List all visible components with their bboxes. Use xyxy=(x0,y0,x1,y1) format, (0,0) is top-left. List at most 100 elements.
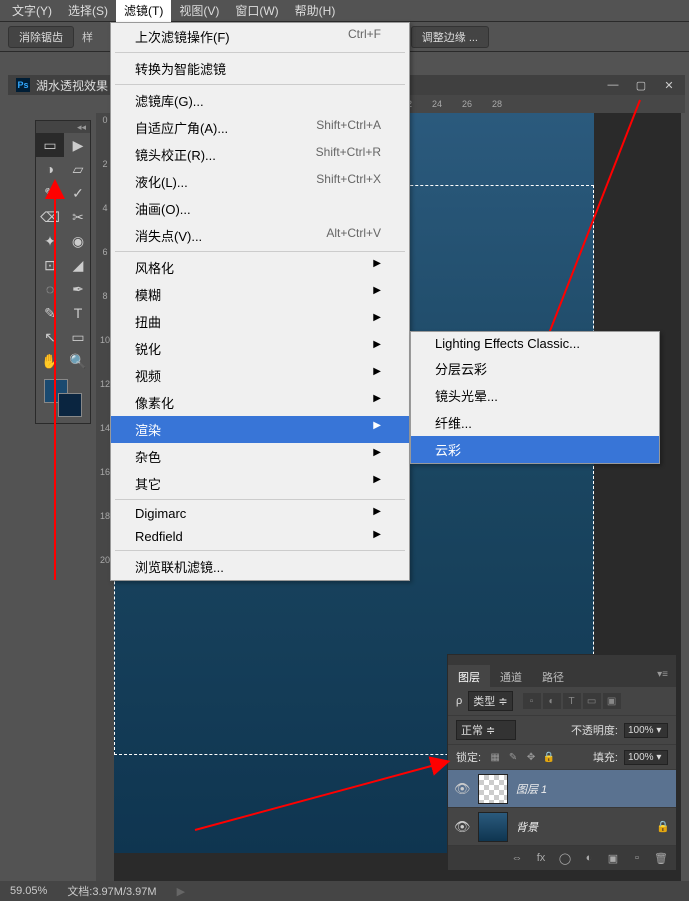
layers-panel: 图层 通道 路径 ▾≡ ρ 类型 ≑ ▫ ◐ T ▭ ▣ 正常 ≑ 不透明度: … xyxy=(447,654,677,871)
menu-blur[interactable]: 模糊▶ xyxy=(111,281,409,308)
new-layer-icon[interactable]: ▫ xyxy=(628,850,646,866)
panel-menu-icon[interactable]: ▾≡ xyxy=(649,665,676,687)
quickselect-tool[interactable]: ▱ xyxy=(64,157,92,181)
menu-adaptive-wide[interactable]: 自适应广角(A)...Shift+Ctrl+A xyxy=(111,114,409,141)
gradient-tool[interactable]: ◢ xyxy=(64,253,92,277)
opacity-label: 不透明度: xyxy=(571,722,618,738)
layer-name[interactable]: 图层 1 xyxy=(516,781,547,797)
menu-filter[interactable]: 滤镜(T) xyxy=(116,0,171,22)
history-brush-tool[interactable]: ◉ xyxy=(64,229,92,253)
eyedropper-tool[interactable]: ✓ xyxy=(64,181,92,205)
toolbox-header[interactable]: ◂◂ xyxy=(36,121,90,133)
crop-tool[interactable]: ✎ xyxy=(36,181,64,205)
maximize-icon[interactable]: ▢ xyxy=(633,79,649,91)
filter-smart-icon[interactable]: ▣ xyxy=(603,693,621,709)
submenu-lighting-classic[interactable]: Lighting Effects Classic... xyxy=(411,332,659,355)
link-icon[interactable]: ⇔ xyxy=(508,850,526,866)
submenu-clouds[interactable]: 云彩 xyxy=(411,436,659,463)
lock-position-icon[interactable]: ✥ xyxy=(523,749,539,765)
eraser-tool[interactable]: ⊡ xyxy=(36,253,64,277)
submenu-difference-clouds[interactable]: 分层云彩 xyxy=(411,355,659,382)
tab-layers[interactable]: 图层 xyxy=(448,665,490,687)
hand-tool[interactable]: ✋ xyxy=(36,349,64,373)
filter-shape-icon[interactable]: ▭ xyxy=(583,693,601,709)
lock-all-icon[interactable]: 🔒 xyxy=(541,749,557,765)
background-color[interactable] xyxy=(58,393,82,417)
lock-transparent-icon[interactable]: ▦ xyxy=(487,749,503,765)
doc-info[interactable]: 文档:3.97M/3.97M xyxy=(67,883,156,899)
minimize-icon[interactable]: — xyxy=(605,79,621,91)
menu-window[interactable]: 窗口(W) xyxy=(227,0,286,22)
menu-sharpen[interactable]: 锐化▶ xyxy=(111,335,409,362)
pen-tool[interactable]: ✎ xyxy=(36,301,64,325)
menu-help[interactable]: 帮助(H) xyxy=(287,0,344,22)
blend-mode-select[interactable]: 正常 ≑ xyxy=(456,720,516,740)
menu-stylize[interactable]: 风格化▶ xyxy=(111,254,409,281)
menu-filter-gallery[interactable]: 滤镜库(G)... xyxy=(111,87,409,114)
filter-pixel-icon[interactable]: ▫ xyxy=(523,693,541,709)
layer-thumb[interactable] xyxy=(478,774,508,804)
menu-vanishing-point[interactable]: 消失点(V)...Alt+Ctrl+V xyxy=(111,222,409,249)
marquee-tool[interactable]: ▭ xyxy=(36,133,64,157)
shape-tool[interactable]: ▭ xyxy=(64,325,92,349)
filter-adjust-icon[interactable]: ◐ xyxy=(543,693,561,709)
brush-tool[interactable]: ✂ xyxy=(64,205,92,229)
menu-last-filter[interactable]: 上次滤镜操作(F)Ctrl+F xyxy=(111,23,409,50)
kind-filter[interactable]: 类型 ≑ xyxy=(468,691,512,711)
menu-video[interactable]: 视频▶ xyxy=(111,362,409,389)
clone-tool[interactable]: ✦ xyxy=(36,229,64,253)
menu-pixelate[interactable]: 像素化▶ xyxy=(111,389,409,416)
type-tool[interactable]: T xyxy=(64,301,92,325)
zoom-tool[interactable]: 🔍 xyxy=(64,349,92,373)
status-bar: 59.05% 文档:3.97M/3.97M ▶ xyxy=(0,881,689,901)
path-select-tool[interactable]: ↖ xyxy=(36,325,64,349)
menu-liquify[interactable]: 液化(L)...Shift+Ctrl+X xyxy=(111,168,409,195)
adjustment-icon[interactable]: ◐ xyxy=(580,850,598,866)
layer-item[interactable]: 👁 图层 1 xyxy=(448,770,676,808)
blur-tool[interactable]: ◌ xyxy=(36,277,64,301)
menu-digimarc[interactable]: Digimarc▶ xyxy=(111,502,409,525)
panel-grip[interactable] xyxy=(448,655,676,665)
group-icon[interactable]: ▣ xyxy=(604,850,622,866)
fill-label: 填充: xyxy=(593,749,618,765)
menu-other[interactable]: 其它▶ xyxy=(111,470,409,497)
menu-lens-correction[interactable]: 镜头校正(R)...Shift+Ctrl+R xyxy=(111,141,409,168)
layer-item[interactable]: 👁 背景 🔒 xyxy=(448,808,676,846)
menu-select[interactable]: 选择(S) xyxy=(60,0,116,22)
dodge-tool[interactable]: ✒ xyxy=(64,277,92,301)
ps-icon: Ps xyxy=(16,78,30,92)
adjust-edge-button[interactable]: 调整边缘 ... xyxy=(411,26,489,48)
layer-thumb[interactable] xyxy=(478,812,508,842)
fill-field[interactable]: 100% ▾ xyxy=(624,750,668,765)
visibility-icon[interactable]: 👁 xyxy=(454,819,470,835)
mask-icon[interactable]: ◯ xyxy=(556,850,574,866)
move-tool[interactable]: ▶ xyxy=(64,133,92,157)
menu-distort[interactable]: 扭曲▶ xyxy=(111,308,409,335)
lock-indicator-icon: 🔒 xyxy=(656,820,670,833)
lock-label: 锁定: xyxy=(456,749,481,765)
fx-icon[interactable]: fx xyxy=(532,850,550,866)
layer-name[interactable]: 背景 xyxy=(516,819,538,835)
heal-tool[interactable]: ⌫ xyxy=(36,205,64,229)
menu-oil-paint[interactable]: 油画(O)... xyxy=(111,195,409,222)
menu-noise[interactable]: 杂色▶ xyxy=(111,443,409,470)
tab-channels[interactable]: 通道 xyxy=(490,665,532,687)
menu-browse-online[interactable]: 浏览联机滤镜... xyxy=(111,553,409,580)
submenu-lens-flare[interactable]: 镜头光晕... xyxy=(411,382,659,409)
zoom-level[interactable]: 59.05% xyxy=(10,885,47,897)
filter-type-icon[interactable]: T xyxy=(563,693,581,709)
submenu-fibers[interactable]: 纤维... xyxy=(411,409,659,436)
menu-convert-smart[interactable]: 转换为智能滤镜 xyxy=(111,55,409,82)
visibility-icon[interactable]: 👁 xyxy=(454,781,470,797)
menu-redfield[interactable]: Redfield▶ xyxy=(111,525,409,548)
menu-view[interactable]: 视图(V) xyxy=(171,0,227,22)
menu-render[interactable]: 渲染▶ xyxy=(111,416,409,443)
lasso-tool[interactable]: ◑ xyxy=(36,157,64,181)
menu-text[interactable]: 文字(Y) xyxy=(4,0,60,22)
close-icon[interactable]: ✕ xyxy=(661,79,677,91)
antialias-button[interactable]: 消除锯齿 xyxy=(8,26,74,48)
trash-icon[interactable]: 🗑 xyxy=(652,850,670,866)
tab-paths[interactable]: 路径 xyxy=(532,665,574,687)
lock-paint-icon[interactable]: ✎ xyxy=(505,749,521,765)
opacity-field[interactable]: 100% ▾ xyxy=(624,723,668,738)
